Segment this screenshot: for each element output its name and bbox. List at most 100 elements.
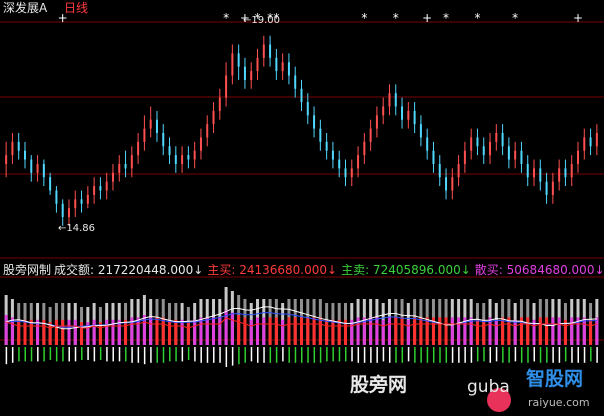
main-buy-bar: [149, 317, 153, 345]
main-buy-bar: [262, 317, 266, 345]
main-buy-bar: [67, 319, 71, 345]
candle-body: [269, 44, 272, 58]
sell-bar: [194, 347, 196, 362]
chart-canvas[interactable]: + * + * * * * * + * * * +: [0, 0, 604, 416]
main-buy-bar: [168, 319, 172, 345]
sell-bar: [137, 347, 140, 363]
sell-bar: [11, 347, 14, 363]
sell-bar: [213, 347, 215, 363]
main-buy-bar: [205, 317, 209, 345]
sell-bar: [414, 347, 416, 363]
candle-body: [93, 186, 96, 195]
main-buy-bar: [256, 317, 260, 345]
candle-body: [36, 163, 39, 173]
candle-body: [545, 181, 548, 195]
candle-body: [577, 150, 580, 164]
sell-bar: [401, 347, 404, 363]
sell-bar: [546, 347, 548, 363]
main-buy-bar: [124, 319, 128, 345]
sell-bar: [470, 347, 473, 363]
candle-body: [313, 115, 316, 129]
main-buy-bar: [450, 317, 454, 345]
sell-bar: [307, 347, 309, 363]
candle-body: [99, 186, 102, 191]
candle-body: [319, 128, 322, 142]
main-buy-bar: [300, 317, 303, 345]
main-buy-bar: [73, 319, 77, 345]
sell-bar: [319, 347, 322, 363]
candle-body: [275, 57, 278, 72]
signal-marker: *: [361, 11, 367, 25]
candle-body: [111, 172, 114, 182]
sell-bar: [162, 347, 165, 363]
candle-body: [595, 133, 598, 147]
candle-body: [426, 137, 429, 151]
sell-bar: [81, 347, 83, 360]
candle-body: [206, 124, 209, 138]
signal-marker: *: [393, 11, 399, 25]
signal-marker: +: [573, 11, 583, 25]
high-price-label: ←19.00: [243, 15, 281, 26]
main-buy-bar: [444, 317, 448, 345]
sell-bar: [533, 347, 536, 362]
signal-marker: *: [223, 11, 229, 25]
candle-body: [212, 110, 215, 125]
main-buy-bar: [545, 317, 549, 345]
signal-marker: *: [512, 11, 518, 25]
sell-bar: [24, 347, 26, 362]
sell-bar: [231, 347, 234, 366]
main-buy-bar: [23, 319, 27, 345]
candle-body: [67, 208, 70, 218]
main-buy-bar: [406, 319, 410, 345]
candle-body: [438, 163, 441, 178]
signal-marker: +: [422, 11, 432, 25]
sell-bar: [150, 347, 152, 363]
candle-body: [55, 190, 58, 204]
main-buy-bar: [212, 317, 216, 345]
sell-bar: [326, 347, 328, 362]
main-buy-bar: [293, 317, 297, 345]
candle-body: [457, 163, 460, 178]
watermark-text-3: 智股网: [526, 368, 584, 390]
indicator-name: 股旁网制: [3, 263, 52, 277]
sell-bar: [395, 347, 397, 363]
signal-marker: *: [443, 11, 449, 25]
sell-bar: [62, 347, 64, 362]
main-buy-bar: [413, 317, 417, 345]
main-buy-bar: [174, 319, 178, 345]
candle-body: [149, 119, 152, 129]
sell-bar: [282, 347, 284, 362]
candle-body: [363, 141, 366, 156]
main-buy-bar: [287, 317, 291, 345]
watermark-text-2: guba: [467, 377, 510, 397]
candle-body: [5, 155, 8, 164]
sell-bar: [564, 347, 567, 362]
candle-body: [451, 177, 454, 191]
candle-body: [495, 133, 498, 142]
candle-body: [162, 133, 165, 147]
sell-bar: [125, 347, 127, 362]
candle-body: [225, 75, 228, 98]
sell-bar: [332, 347, 334, 362]
sell-bar: [426, 347, 429, 363]
candle-body: [413, 110, 416, 125]
candle-body: [193, 150, 196, 160]
sell-bar: [596, 347, 598, 363]
main-buy-bar: [105, 319, 109, 345]
candle-body: [231, 53, 234, 76]
candle-body: [350, 168, 353, 178]
candle-body: [489, 141, 492, 156]
candle-body: [143, 128, 146, 142]
candle-body: [583, 137, 586, 151]
sell-bar: [68, 347, 70, 362]
candle-body: [74, 199, 77, 209]
main-buy-bar: [381, 319, 385, 345]
sell-bar: [489, 347, 492, 363]
sell-bar: [18, 347, 20, 362]
candle-body: [482, 146, 485, 156]
sell-bar: [514, 347, 517, 362]
sell-bar: [74, 347, 77, 362]
candle-body: [419, 124, 422, 138]
sell-bar: [181, 347, 184, 362]
sell-bar: [577, 347, 580, 363]
